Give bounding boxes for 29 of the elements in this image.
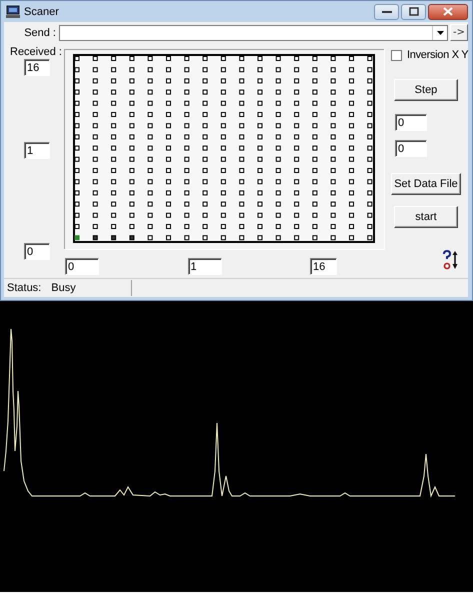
maximize-button[interactable] (401, 4, 426, 20)
dropdown-arrow-icon (436, 30, 444, 34)
received-label: Received : (9, 46, 63, 58)
status-value: Busy (51, 282, 76, 294)
minimize-icon (382, 10, 392, 14)
input-field[interactable]: 0 (65, 258, 99, 275)
input-field[interactable]: 0 (24, 243, 50, 260)
computer-icon (6, 5, 20, 18)
input-field[interactable]: 16 (24, 59, 50, 76)
start-button[interactable]: start (394, 206, 458, 228)
checkbox-label: Inversion X Y (407, 49, 468, 61)
minimize-button[interactable] (374, 4, 399, 20)
window-title: Scaner (24, 6, 59, 18)
send-label: Send : (23, 26, 57, 38)
set-data-file-button[interactable]: Set Data File (391, 173, 461, 195)
maximize-icon (408, 7, 418, 16)
input-field[interactable]: 1 (188, 258, 222, 275)
help-arrow-icon (442, 250, 458, 270)
send-combo-field[interactable] (59, 24, 448, 40)
input-field[interactable]: 0 (395, 114, 427, 131)
close-icon (443, 7, 453, 16)
checkbox[interactable] (391, 50, 402, 60)
input-field[interactable]: 16 (310, 258, 337, 275)
close-button[interactable] (428, 4, 468, 20)
input-field[interactable]: 1 (24, 142, 50, 159)
send-button[interactable]: -> (450, 24, 468, 41)
input-field[interactable]: 0 (395, 140, 427, 157)
step-button[interactable]: Step (394, 79, 458, 101)
status-label: Status: (7, 282, 42, 294)
